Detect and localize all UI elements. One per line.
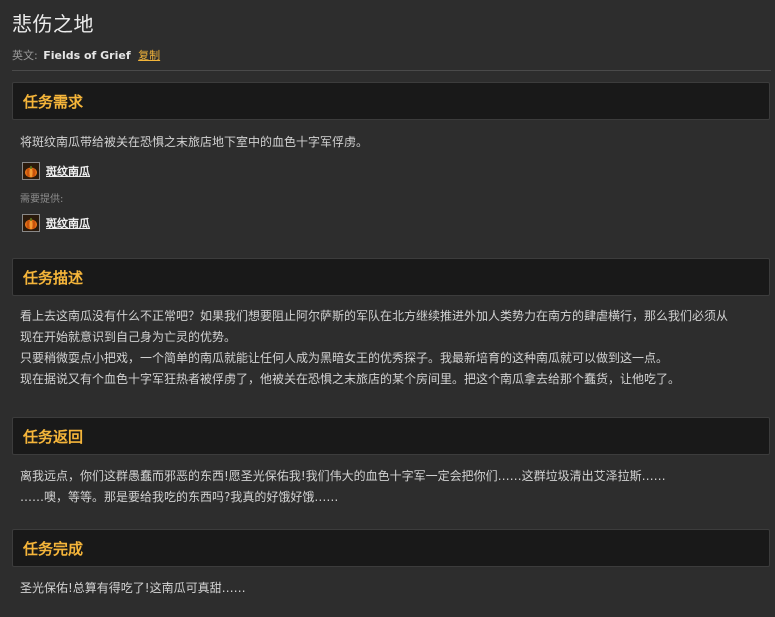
english-name: Fields of Grief bbox=[43, 49, 131, 62]
description-body: 看上去这南瓜没有什么不正常吧？如果我们想要阻止阿尔萨斯的军队在北方继续推进外加人… bbox=[20, 306, 768, 390]
quest-page: 悲伤之地 英文: Fields of Grief 复制 任务需求 将斑纹南瓜带给… bbox=[0, 0, 775, 617]
requirements-heading: 任务需求 bbox=[23, 93, 84, 111]
requirements-header: 任务需求 bbox=[12, 82, 770, 120]
progress-body: 离我远点，你们这群愚蠢而邪恶的东西!愿圣光保佑我!我们伟大的血色十字军一定会把你… bbox=[20, 466, 768, 508]
provided-label: 需要提供: bbox=[20, 194, 64, 205]
provided-item-label[interactable]: 斑纹南瓜 bbox=[46, 215, 90, 231]
english-name-line: 英文: Fields of Grief 复制 bbox=[12, 47, 160, 63]
pumpkin-icon bbox=[22, 214, 40, 232]
english-label: 英文: bbox=[12, 49, 38, 62]
copy-link[interactable]: 复制 bbox=[138, 49, 160, 62]
completion-header: 任务完成 bbox=[12, 529, 770, 567]
completion-heading: 任务完成 bbox=[23, 540, 84, 558]
description-line: 只要稍微耍点小把戏，一个简单的南瓜就能让任何人成为黑暗女王的优秀探子。我最新培育… bbox=[20, 351, 669, 365]
progress-line: ……噢，等等。那是要给我吃的东西吗?我真的好饿好饿…… bbox=[20, 490, 339, 504]
requirements-text: 将斑纹南瓜带给被关在恐惧之末旅店地下室中的血色十字军俘虏。 bbox=[20, 135, 369, 149]
description-header: 任务描述 bbox=[12, 258, 770, 296]
description-heading: 任务描述 bbox=[23, 269, 84, 287]
description-line: 现在开始就意识到自己身为亡灵的优势。 bbox=[20, 330, 237, 344]
provided-item[interactable]: 斑纹南瓜 bbox=[22, 213, 90, 233]
progress-header: 任务返回 bbox=[12, 417, 770, 455]
title-divider bbox=[12, 70, 771, 71]
completion-text: 圣光保佑!总算有得吃了!这南瓜可真甜…… bbox=[20, 581, 246, 595]
description-line: 看上去这南瓜没有什么不正常吧？如果我们想要阻止阿尔萨斯的军队在北方继续推进外加人… bbox=[20, 309, 729, 323]
progress-heading: 任务返回 bbox=[23, 428, 84, 446]
description-line: 现在据说又有个血色十字军狂热者被俘虏了，他被关在恐惧之末旅店的某个房间里。把这个… bbox=[20, 372, 681, 386]
progress-line: 离我远点，你们这群愚蠢而邪恶的东西!愿圣光保佑我!我们伟大的血色十字军一定会把你… bbox=[20, 469, 666, 483]
required-item[interactable]: 斑纹南瓜 bbox=[22, 161, 90, 181]
pumpkin-icon bbox=[22, 162, 40, 180]
page-title: 悲伤之地 bbox=[12, 12, 94, 36]
required-item-label[interactable]: 斑纹南瓜 bbox=[46, 163, 90, 179]
